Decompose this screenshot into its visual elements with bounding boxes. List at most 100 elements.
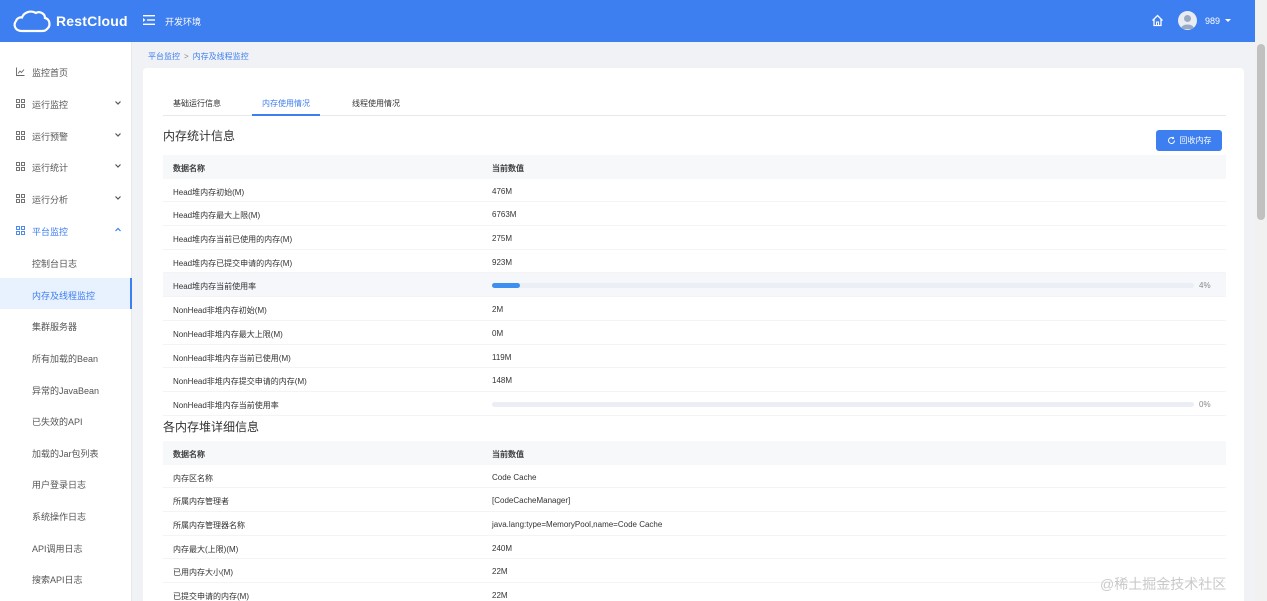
table-row: Head堆内存最大上限(M) 6763M [163,202,1226,227]
sidebar-subitem-label: 异常的JavaBean [32,386,100,396]
row-name: Head堆内存当前已使用的内存(M) [173,235,293,245]
sidebar-subitem-cluster-servers[interactable]: 集群服务器 [0,309,132,340]
breadcrumb-parent[interactable]: 平台监控 [148,52,180,61]
row-value: [CodeCacheManager] [492,496,571,506]
sidebar-subitem-api-call-log[interactable]: API调用日志 [0,531,132,562]
table-row: 内存区名称 Code Cache [163,465,1226,489]
menu-fold-icon[interactable] [143,14,155,26]
sidebar-subitem-label: 搜索API日志 [32,575,83,585]
row-name: NonHead非堆内存最大上限(M) [173,329,283,339]
table-row: Head堆内存当前已使用的内存(M) 275M [163,226,1226,250]
brand-logo[interactable]: RestCloud [12,8,128,34]
tab-basic-runtime[interactable]: 基础运行信息 [173,98,221,116]
tab-thread-usage[interactable]: 线程使用情况 [352,98,400,116]
nonheap-usage-percent: 0% [1199,399,1211,409]
row-name: 内存最大(上限)(M) [173,544,239,554]
row-name: NonHead非堆内存提交申请的内存(M) [173,377,307,387]
row-value: 22M [492,591,508,601]
row-value: java.lang:type=MemoryPool,name=Code Cach… [492,520,663,530]
sidebar-subitem-expired-api[interactable]: 已失效的API [0,404,132,435]
sidebar-item-label: 运行分析 [32,195,69,205]
reclaim-memory-button[interactable]: 回收内存 [1156,130,1222,151]
table-row: NonHead非堆内存当前使用率 0% [163,392,1226,416]
table-row: NonHead非堆内存初始(M) 2M [163,297,1226,321]
row-name: Head堆内存当前使用率 [173,282,257,292]
table-header-row: 数据名称 当前数值 [163,441,1226,465]
sidebar-subitem-login-log[interactable]: 用户登录日志 [0,467,132,498]
watermark: @稀土掘金技术社区 [1100,576,1227,592]
row-value: 22M [492,567,508,577]
sidebar-item-runtime-alert[interactable]: 运行预警 [0,120,132,151]
breadcrumb: 平台监控 > 内存及线程监控 [148,51,249,62]
sidebar-subitem-error-javabean[interactable]: 异常的JavaBean [0,373,132,404]
memory-stats-title: 内存统计信息 [163,129,236,143]
chevron-up-icon [115,227,121,232]
memory-stats-table: 数据名称 当前数值 Head堆内存初始(M) 476M Head堆内存最大上限(… [163,155,1226,416]
sidebar-subitem-jar-list[interactable]: 加载的Jar包列表 [0,436,132,467]
sidebar-subitem-label: 加载的Jar包列表 [32,449,99,459]
sidebar-item-monitor-home[interactable]: 监控首页 [0,56,132,87]
home-icon[interactable] [1151,14,1164,27]
chevron-down-icon [115,101,121,105]
avatar[interactable] [1178,11,1197,30]
user-avatar-icon [1181,15,1194,29]
sidebar-subitem-search-api-log[interactable]: 搜索API日志 [0,562,132,593]
row-name: 内存区名称 [173,473,213,483]
table-row: 所属内存管理者 [CodeCacheManager] [163,488,1226,513]
table-row: Head堆内存当前使用率 4% [163,273,1226,298]
row-name: Head堆内存已提交申请的内存(M) [173,258,293,268]
row-name: Head堆内存初始(M) [173,187,245,197]
row-value: 2M [492,305,504,315]
table-row: NonHead非堆内存提交申请的内存(M) 148M [163,368,1226,392]
environment-label[interactable]: 开发环境 [165,15,201,28]
sidebar: 监控首页 运行监控 运行预警 运行统计 运行分析 平台监控 控制台日志 内存及线… [0,42,132,601]
heap-usage-progress [492,283,1194,289]
refresh-icon [1167,136,1175,144]
row-value: 240M [492,543,513,553]
breadcrumb-current: 内存及线程监控 [192,52,249,61]
sidebar-item-label: 平台监控 [32,227,69,237]
row-name: NonHead非堆内存当前使用率 [173,400,279,410]
table-row: NonHead非堆内存当前已使用(M) 119M [163,345,1226,369]
row-name: NonHead非堆内存初始(M) [173,306,267,316]
row-name: 所属内存管理者 [173,497,229,507]
heap-details-title: 各内存堆详细信息 [163,420,260,434]
table-row: 内存最大(上限)(M) 240M [163,536,1226,560]
row-value: Code Cache [492,472,537,482]
table-row: NonHead非堆内存最大上限(M) 0M [163,321,1226,345]
scrollbar-thumb[interactable] [1257,44,1265,220]
sidebar-item-label: 监控首页 [32,68,69,78]
breadcrumb-separator: > [184,52,189,61]
column-header-name: 数据名称 [173,164,205,173]
sidebar-item-runtime-analysis[interactable]: 运行分析 [0,183,132,214]
sidebar-item-runtime-monitor[interactable]: 运行监控 [0,88,132,119]
row-value: 476M [492,186,513,196]
user-name[interactable]: 989 [1205,16,1220,26]
sidebar-subitem-console-log[interactable]: 控制台日志 [0,246,132,277]
row-name: 所属内存管理器名称 [173,521,245,531]
grid-icon [16,162,25,171]
sidebar-item-runtime-stats[interactable]: 运行统计 [0,151,132,182]
sidebar-subitem-memory-thread[interactable]: 内存及线程监控 [0,278,132,309]
row-name: Head堆内存最大上限(M) [173,211,261,221]
chevron-down-icon [115,164,121,168]
sidebar-item-platform-monitor[interactable]: 平台监控 [0,215,132,246]
row-name: NonHead非堆内存当前已使用(M) [173,353,291,363]
sidebar-subitem-operation-log[interactable]: 系统操作日志 [0,499,132,530]
row-value: 148M [492,376,513,386]
brand-name: RestCloud [56,13,128,29]
row-value: 6763M [492,210,517,220]
table-row: Head堆内存初始(M) 476M [163,179,1226,203]
table-row: 所属内存管理器名称 java.lang:type=MemoryPool,name… [163,512,1226,536]
table-row: 已用内存大小(M) 22M [163,559,1226,584]
sidebar-subitem-label: 已失效的API [32,417,83,427]
tab-bar: 基础运行信息 内存使用情况 线程使用情况 [163,95,1226,116]
heap-usage-percent: 4% [1199,281,1211,291]
sidebar-subitem-loaded-beans[interactable]: 所有加载的Bean [0,341,132,372]
page-scrollbar[interactable] [1255,0,1267,601]
nonheap-usage-progress [492,401,1194,407]
caret-down-icon[interactable] [1224,16,1232,24]
row-name: 已用内存大小(M) [173,568,233,578]
tab-memory-usage[interactable]: 内存使用情况 [252,98,320,116]
sidebar-subitem-label: API调用日志 [32,544,83,554]
